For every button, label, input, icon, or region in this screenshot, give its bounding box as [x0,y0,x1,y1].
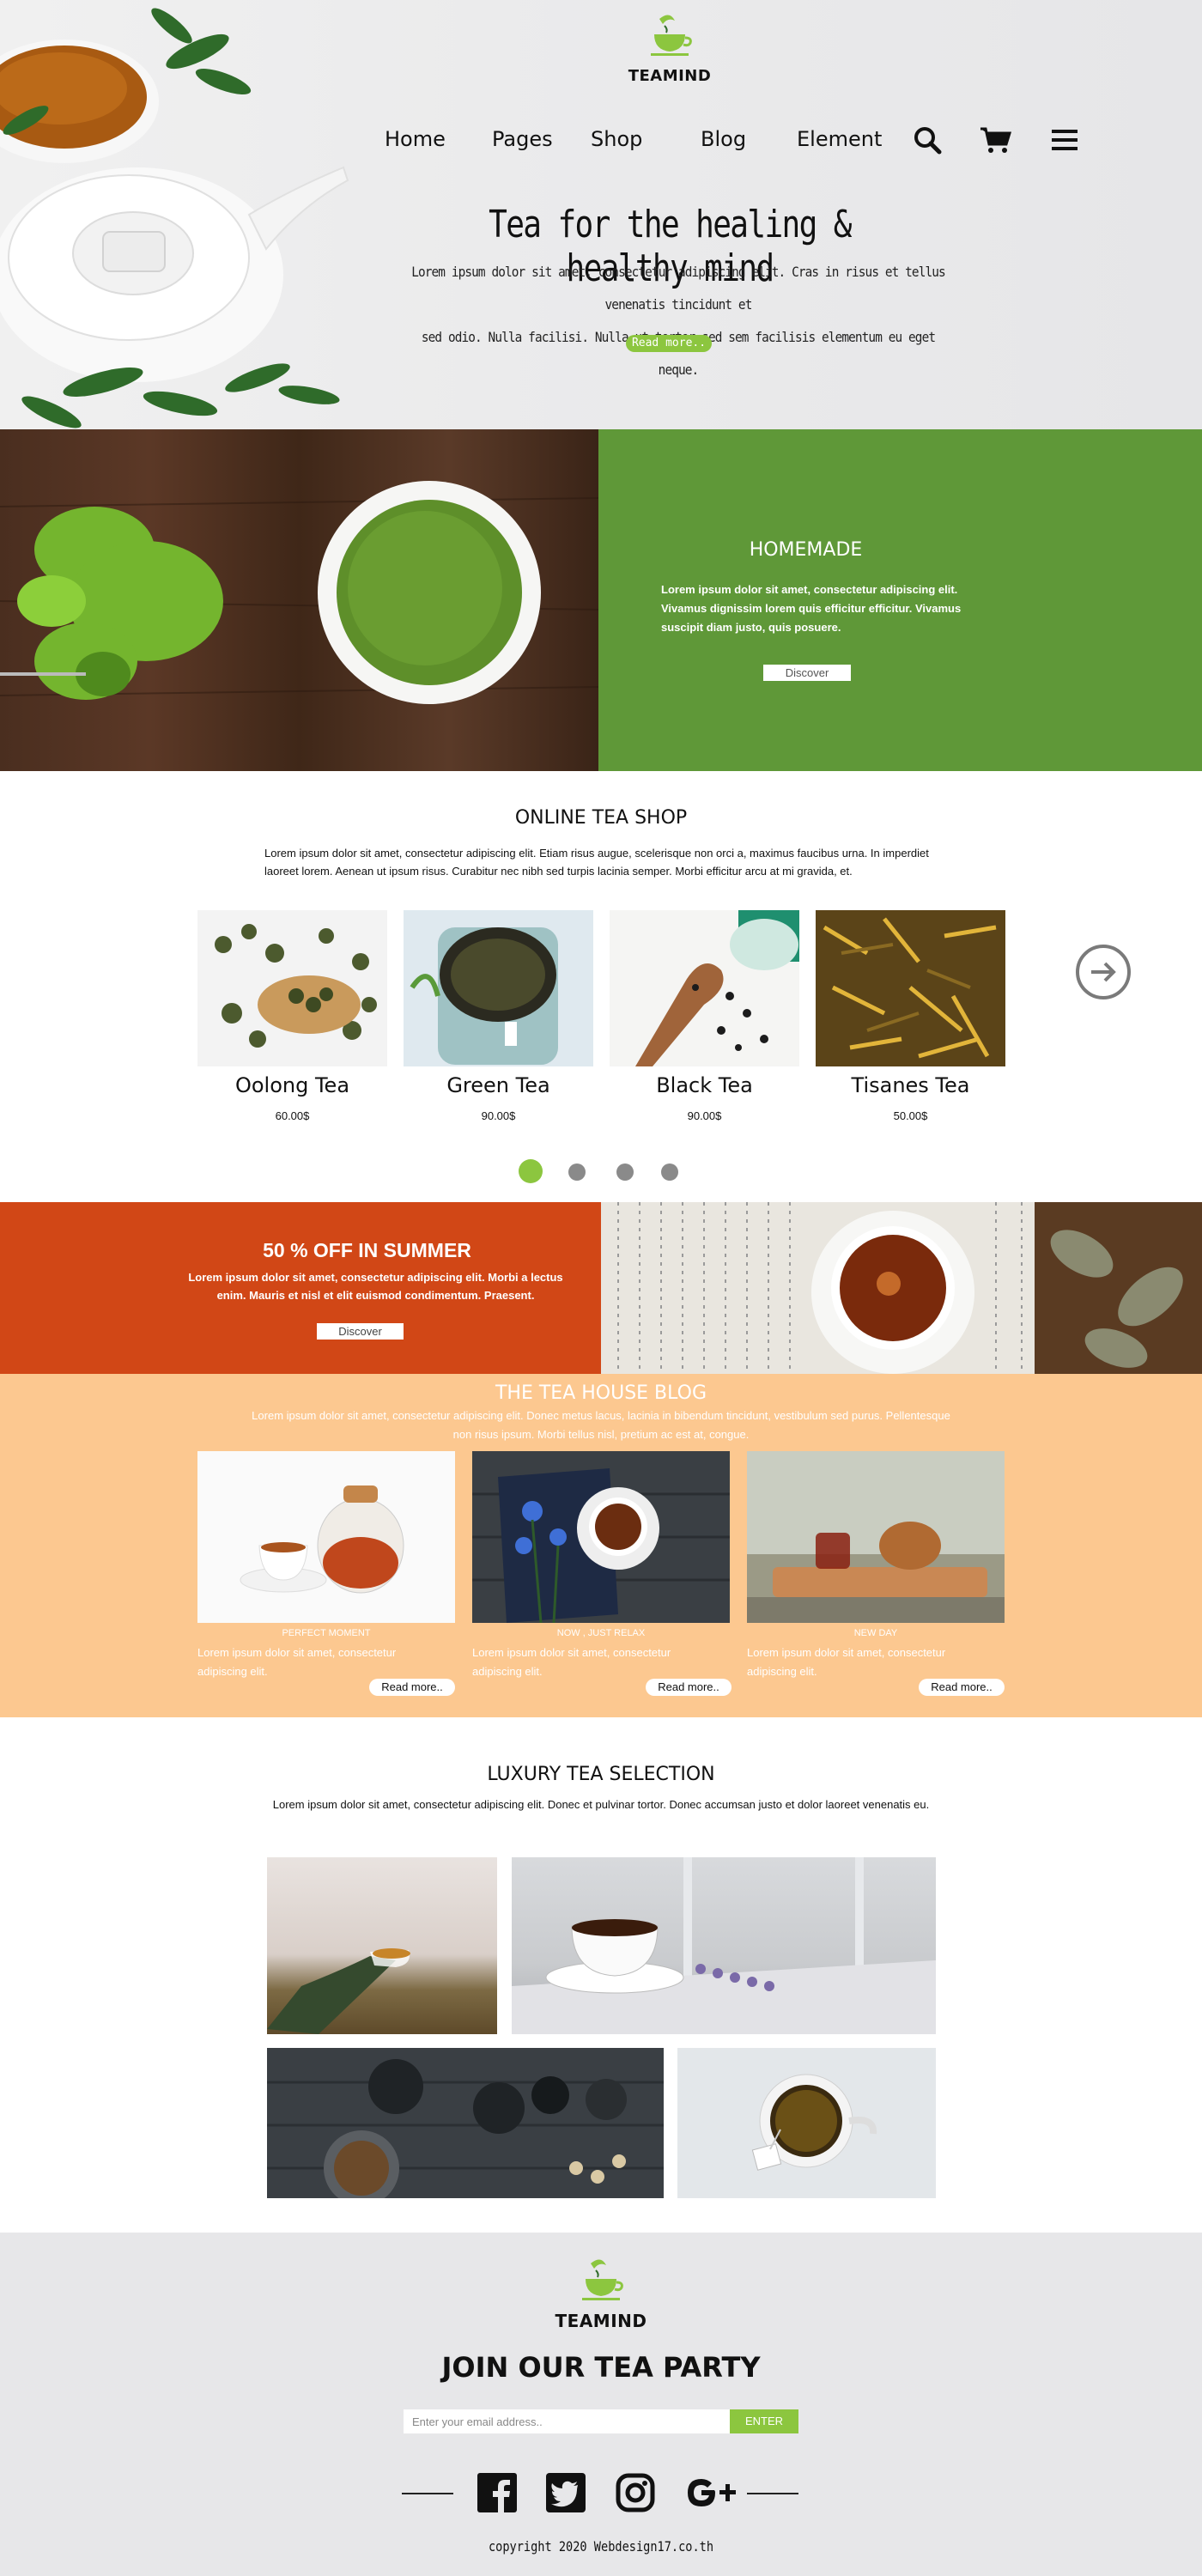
blog-body: Lorem ipsum dolor sit amet, consectetur … [252,1409,950,1441]
enter-button[interactable]: ENTER [730,2409,798,2433]
brand-name[interactable]: TEAMIND [618,67,721,85]
twitter-icon[interactable] [546,2473,586,2512]
blog-post-caption: NEW DAY [853,1628,898,1638]
luxury-title: LUXURY TEA SELECTION [487,1764,715,1785]
carousel-dot[interactable] [519,1159,543,1183]
tea-cup-image [601,1202,1202,1374]
blog-title: THE TEA HOUSE BLOG [495,1382,707,1404]
arrow-right-icon [1091,962,1116,982]
hero-section: TEAMIND Home Pages Shop Blog Element Tea… [0,0,1202,429]
search-icon[interactable] [913,125,942,155]
blog-post-caption: PERFECT MOMENT [282,1628,371,1638]
matcha-image [0,429,598,771]
carousel-dot[interactable] [616,1163,634,1181]
product-name[interactable]: Green Tea [404,1073,593,1097]
hero-body-line: sed odio. Nulla facilisi. Nulla ut torto… [421,329,936,378]
hero-body-line: Lorem ipsum dolor sit amet, consectetur … [411,264,945,313]
blog-post-image[interactable] [197,1451,455,1623]
blog-post-caption: NOW , JUST RELAX [556,1628,646,1638]
facebook-icon[interactable] [477,2473,517,2512]
product-price: 90.00$ [481,1109,516,1122]
footer-logo-icon[interactable] [575,2257,627,2305]
gallery-image[interactable] [512,1857,936,2034]
nav-pages[interactable]: Pages [492,127,553,151]
summer-title: 50 % OFF IN SUMMER [263,1239,471,1261]
nav-home[interactable]: Home [385,127,446,151]
copyright-text: copyright 2020 Webdesign17.co.th [488,2538,714,2555]
blog-post-image[interactable] [472,1451,730,1623]
nav-element[interactable]: Element [797,127,882,151]
blog-read-more-button[interactable]: Read more.. [646,1679,732,1696]
gallery-image[interactable] [267,1857,497,2034]
teapot-illustration [0,8,349,428]
matcha-illustration [0,481,598,704]
google-plus-icon[interactable] [685,2473,738,2512]
gallery-image[interactable] [677,2048,936,2198]
divider-line [402,2493,453,2494]
homemade-body: Lorem ipsum dolor sit amet, consectetur … [661,583,962,634]
shop-title: ONLINE TEA SHOP [514,807,688,829]
gallery-image[interactable] [267,2048,664,2198]
product-name[interactable]: Black Tea [610,1073,799,1097]
menu-icon[interactable] [1052,128,1078,152]
blog-read-more-button[interactable]: Read more.. [919,1679,1005,1696]
product-price: 50.00$ [893,1109,928,1122]
read-more-button[interactable]: Read more.. [626,335,712,352]
blog-post-text: Lorem ipsum dolor sit amet, consectetur … [472,1646,671,1678]
product-price: 60.00$ [275,1109,310,1122]
product-price: 90.00$ [687,1109,722,1122]
blog-post-text: Lorem ipsum dolor sit amet, consectetur … [747,1646,946,1678]
instagram-icon[interactable] [616,2473,655,2512]
nav-blog[interactable]: Blog [701,127,746,151]
product-name[interactable]: Oolong Tea [197,1073,387,1097]
summer-body: Lorem ipsum dolor sit amet, consectetur … [188,1271,563,1302]
carousel-next-button[interactable] [1076,945,1131,999]
hero-body: Lorem ipsum dolor sit amet, consectetur … [408,256,949,386]
logo-icon[interactable] [644,12,695,60]
carousel-dot[interactable] [568,1163,586,1181]
homemade-discover-button[interactable]: Discover [763,665,851,681]
email-input[interactable] [404,2409,730,2433]
oolong-tea-image[interactable] [197,910,387,1066]
blog-read-more-button[interactable]: Read more.. [369,1679,455,1696]
blog-post-image[interactable] [747,1451,1005,1623]
shop-body: Lorem ipsum dolor sit amet, consectetur … [264,847,929,878]
cart-icon[interactable] [979,125,1011,155]
footer-brand-name[interactable]: TEAMIND [549,2311,653,2331]
luxury-body: Lorem ipsum dolor sit amet, consectetur … [272,1798,930,1811]
green-tea-image[interactable] [404,910,593,1066]
black-tea-image[interactable] [610,910,799,1066]
product-name[interactable]: Tisanes Tea [816,1073,1005,1097]
divider-line [747,2493,798,2494]
blog-post-text: Lorem ipsum dolor sit amet, consectetur … [197,1646,397,1678]
carousel-dot[interactable] [661,1163,678,1181]
summer-discover-button[interactable]: Discover [317,1323,404,1340]
homemade-title: HOMEMADE [749,539,863,561]
join-title: JOIN OUR TEA PARTY [441,2351,761,2384]
nav-shop[interactable]: Shop [591,127,642,151]
tisanes-tea-image[interactable] [816,910,1005,1066]
